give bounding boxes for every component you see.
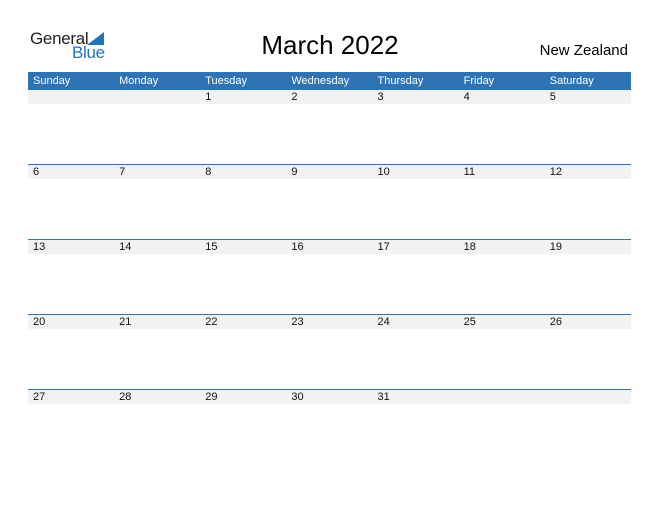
day-cell: 19 <box>549 241 562 253</box>
day-cell <box>545 390 631 404</box>
day-cell: 28 <box>119 391 132 403</box>
weekday-label: Thursday <box>377 75 424 87</box>
weekday-label: Wednesday <box>291 75 350 87</box>
date-band: 27 28 29 30 31 <box>28 390 631 404</box>
day-cell: 13 <box>33 241 46 253</box>
day-cell: 9 <box>291 166 298 178</box>
day-cell: 8 <box>205 166 212 178</box>
country-label: New Zealand <box>539 42 628 59</box>
week-row: 1 2 3 4 5 <box>28 90 631 164</box>
day-cell: 23 <box>291 316 304 328</box>
day-cell: 15 <box>205 241 218 253</box>
week-row: 20 21 22 23 24 25 26 <box>28 314 631 389</box>
day-cell: 22 <box>205 316 218 328</box>
day-cell: 20 <box>33 316 46 328</box>
day-cell: 29 <box>205 391 218 403</box>
day-cell: 6 <box>33 166 40 178</box>
day-cell: 25 <box>463 316 476 328</box>
day-cell: 21 <box>119 316 132 328</box>
weekday-label: Tuesday <box>205 75 248 87</box>
weekday-label: Monday <box>119 75 159 87</box>
day-cell: 4 <box>463 91 470 103</box>
date-band: 13 14 15 16 17 18 19 <box>28 240 631 254</box>
day-cell: 18 <box>463 241 476 253</box>
day-cell: 24 <box>377 316 390 328</box>
day-cell: 1 <box>205 91 212 103</box>
day-cell: 16 <box>291 241 304 253</box>
day-cell: 10 <box>377 166 390 178</box>
day-cell: 3 <box>377 91 384 103</box>
weekday-label: Saturday <box>549 75 594 87</box>
day-cell: 7 <box>119 166 126 178</box>
day-cell: 2 <box>291 91 298 103</box>
week-row: 13 14 15 16 17 18 19 <box>28 239 631 314</box>
date-band: 6 7 8 9 10 11 12 <box>28 165 631 179</box>
week-row: 27 28 29 30 31 <box>28 389 631 464</box>
date-band: 20 21 22 23 24 25 26 <box>28 315 631 329</box>
day-cell: 27 <box>33 391 46 403</box>
day-cell: 17 <box>377 241 390 253</box>
day-cell: 31 <box>377 391 390 403</box>
date-band: 1 2 3 4 5 <box>28 90 631 104</box>
day-cell: 11 <box>463 166 476 178</box>
weekday-header: Sunday Monday Tuesday Wednesday Thursday… <box>28 72 631 90</box>
calendar-grid: Sunday Monday Tuesday Wednesday Thursday… <box>28 72 631 464</box>
day-cell: 30 <box>291 391 304 403</box>
day-cell <box>114 90 200 104</box>
day-cell <box>28 90 114 104</box>
day-cell <box>459 390 545 404</box>
day-cell: 12 <box>549 166 562 178</box>
weekday-label: Sunday <box>33 75 71 87</box>
day-cell: 14 <box>119 241 132 253</box>
day-cell: 5 <box>549 91 556 103</box>
weekday-label: Friday <box>463 75 495 87</box>
week-row: 6 7 8 9 10 11 12 <box>28 164 631 239</box>
day-cell: 26 <box>549 316 562 328</box>
